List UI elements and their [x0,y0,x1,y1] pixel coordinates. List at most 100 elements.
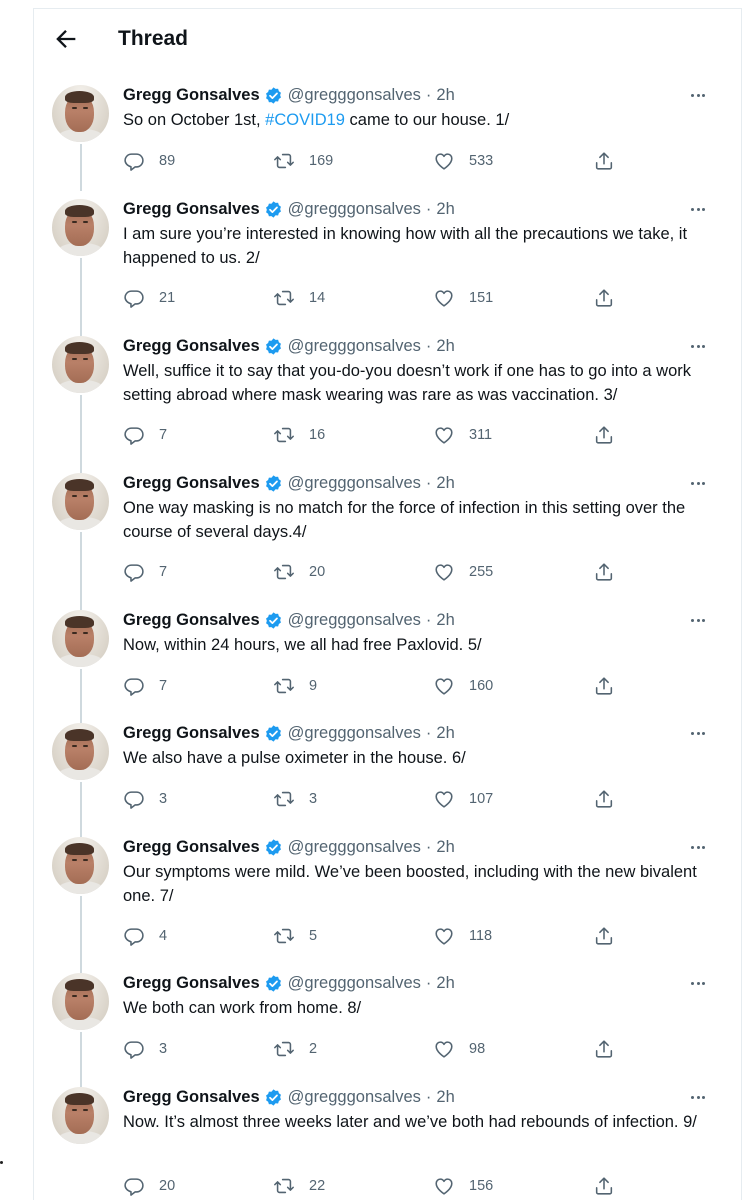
tweet-timestamp[interactable]: 2h [436,474,454,493]
more-options-button[interactable] [686,1087,710,1107]
author-name[interactable]: Gregg Gonsalves [123,200,260,219]
reply-button[interactable]: 3 [123,788,167,810]
author-handle[interactable]: @gregggonsalves [288,611,421,630]
reply-button[interactable]: 3 [123,1038,167,1060]
tweet-timestamp[interactable]: 2h [436,1088,454,1107]
avatar[interactable] [52,723,109,780]
heart-icon [435,1041,453,1058]
reply-count: 89 [159,153,176,169]
heart-icon [435,678,453,695]
avatar[interactable] [52,336,109,393]
more-options-button[interactable] [686,837,710,857]
like-button[interactable]: 107 [433,788,493,810]
page-title: Thread [118,27,189,50]
author-name[interactable]: Gregg Gonsalves [123,974,260,993]
more-options-button[interactable] [686,336,710,356]
reply-button[interactable]: 7 [123,424,167,446]
share-icon [595,1177,613,1195]
like-button[interactable]: 533 [433,150,493,172]
author-name[interactable]: Gregg Gonsalves [123,838,260,857]
like-button[interactable]: 118 [433,925,492,947]
tweet-timestamp[interactable]: 2h [436,200,454,219]
share-button[interactable] [593,788,615,810]
avatar[interactable] [52,610,109,667]
tweet-text-part: Our symptoms were mild. We’ve been boost… [123,863,697,905]
retweet-button[interactable]: 16 [273,424,325,446]
author-name[interactable]: Gregg Gonsalves [123,474,260,493]
tweet-timestamp[interactable]: 2h [436,838,454,857]
more-options-button[interactable] [686,610,710,630]
reply-button[interactable]: 7 [123,561,167,583]
author-handle[interactable]: @gregggonsalves [288,838,421,857]
avatar[interactable] [52,199,109,256]
tweet-timestamp[interactable]: 2h [436,611,454,630]
reply-count: 21 [159,290,176,306]
avatar[interactable] [52,973,109,1030]
like-button[interactable]: 156 [433,1175,493,1197]
more-options-button[interactable] [686,199,710,219]
author-handle[interactable]: @gregggonsalves [288,86,421,105]
share-button[interactable] [593,1038,615,1060]
retweet-button[interactable]: 3 [273,788,317,810]
tweet-text-part: One way masking is no match for the forc… [123,499,686,541]
tweet-text-part: Well, suffice it to say that you-do-you … [123,362,692,404]
tweet-actions: 89 169 533 [123,150,723,172]
retweet-button[interactable]: 22 [273,1175,325,1197]
like-count: 160 [469,678,494,694]
tweet-timestamp[interactable]: 2h [436,337,454,356]
verified-badge-icon [265,974,281,992]
share-button[interactable] [593,150,615,172]
author-handle[interactable]: @gregggonsalves [288,200,421,219]
more-options-button[interactable] [686,723,710,743]
like-button[interactable]: 311 [433,424,492,446]
author-handle[interactable]: @gregggonsalves [288,1088,421,1107]
retweet-button[interactable]: 169 [273,150,333,172]
back-button[interactable] [52,25,80,53]
retweet-count: 16 [309,427,326,443]
tweet-timestamp[interactable]: 2h [436,724,454,743]
avatar[interactable] [52,837,109,894]
author-name[interactable]: Gregg Gonsalves [123,1088,260,1107]
avatar[interactable] [52,1087,109,1144]
like-button[interactable]: 151 [433,287,493,309]
more-options-button[interactable] [686,85,710,105]
tweet-text: So on October 1st, #COVID19 came to our … [123,109,723,133]
retweet-button[interactable]: 20 [273,561,325,583]
author-name[interactable]: Gregg Gonsalves [123,611,260,630]
tweet-timestamp[interactable]: 2h [436,86,454,105]
retweet-button[interactable]: 2 [273,1038,317,1060]
separator-dot: · [425,1087,432,1106]
avatar[interactable] [52,473,109,530]
share-button[interactable] [593,561,615,583]
like-button[interactable]: 98 [433,1038,485,1060]
share-button[interactable] [593,675,615,697]
author-name[interactable]: Gregg Gonsalves [123,724,260,743]
retweet-button[interactable]: 14 [273,287,325,309]
retweet-button[interactable]: 9 [273,675,317,697]
reply-button[interactable]: 89 [123,150,175,172]
author-handle[interactable]: @gregggonsalves [288,974,421,993]
share-button[interactable] [593,925,615,947]
retweet-button[interactable]: 5 [273,925,317,947]
author-handle[interactable]: @gregggonsalves [288,337,421,356]
author-handle[interactable]: @gregggonsalves [288,724,421,743]
share-button[interactable] [593,1175,615,1197]
like-button[interactable]: 160 [433,675,493,697]
reply-button[interactable]: 20 [123,1175,175,1197]
reply-button[interactable]: 4 [123,925,167,947]
more-options-button[interactable] [686,473,710,493]
reply-button[interactable]: 7 [123,675,167,697]
author-name[interactable]: Gregg Gonsalves [123,86,260,105]
share-button[interactable] [593,424,615,446]
share-icon [595,563,613,581]
more-options-button[interactable] [686,973,710,993]
share-button[interactable] [593,287,615,309]
author-name[interactable]: Gregg Gonsalves [123,337,260,356]
like-button[interactable]: 255 [433,561,493,583]
reply-button[interactable]: 21 [123,287,175,309]
hashtag-link[interactable]: #COVID19 [265,111,345,129]
author-handle[interactable]: @gregggonsalves [288,474,421,493]
tweet-text: We both can work from home. 8/ [123,997,723,1021]
tweet-timestamp[interactable]: 2h [436,974,454,993]
avatar[interactable] [52,85,109,142]
